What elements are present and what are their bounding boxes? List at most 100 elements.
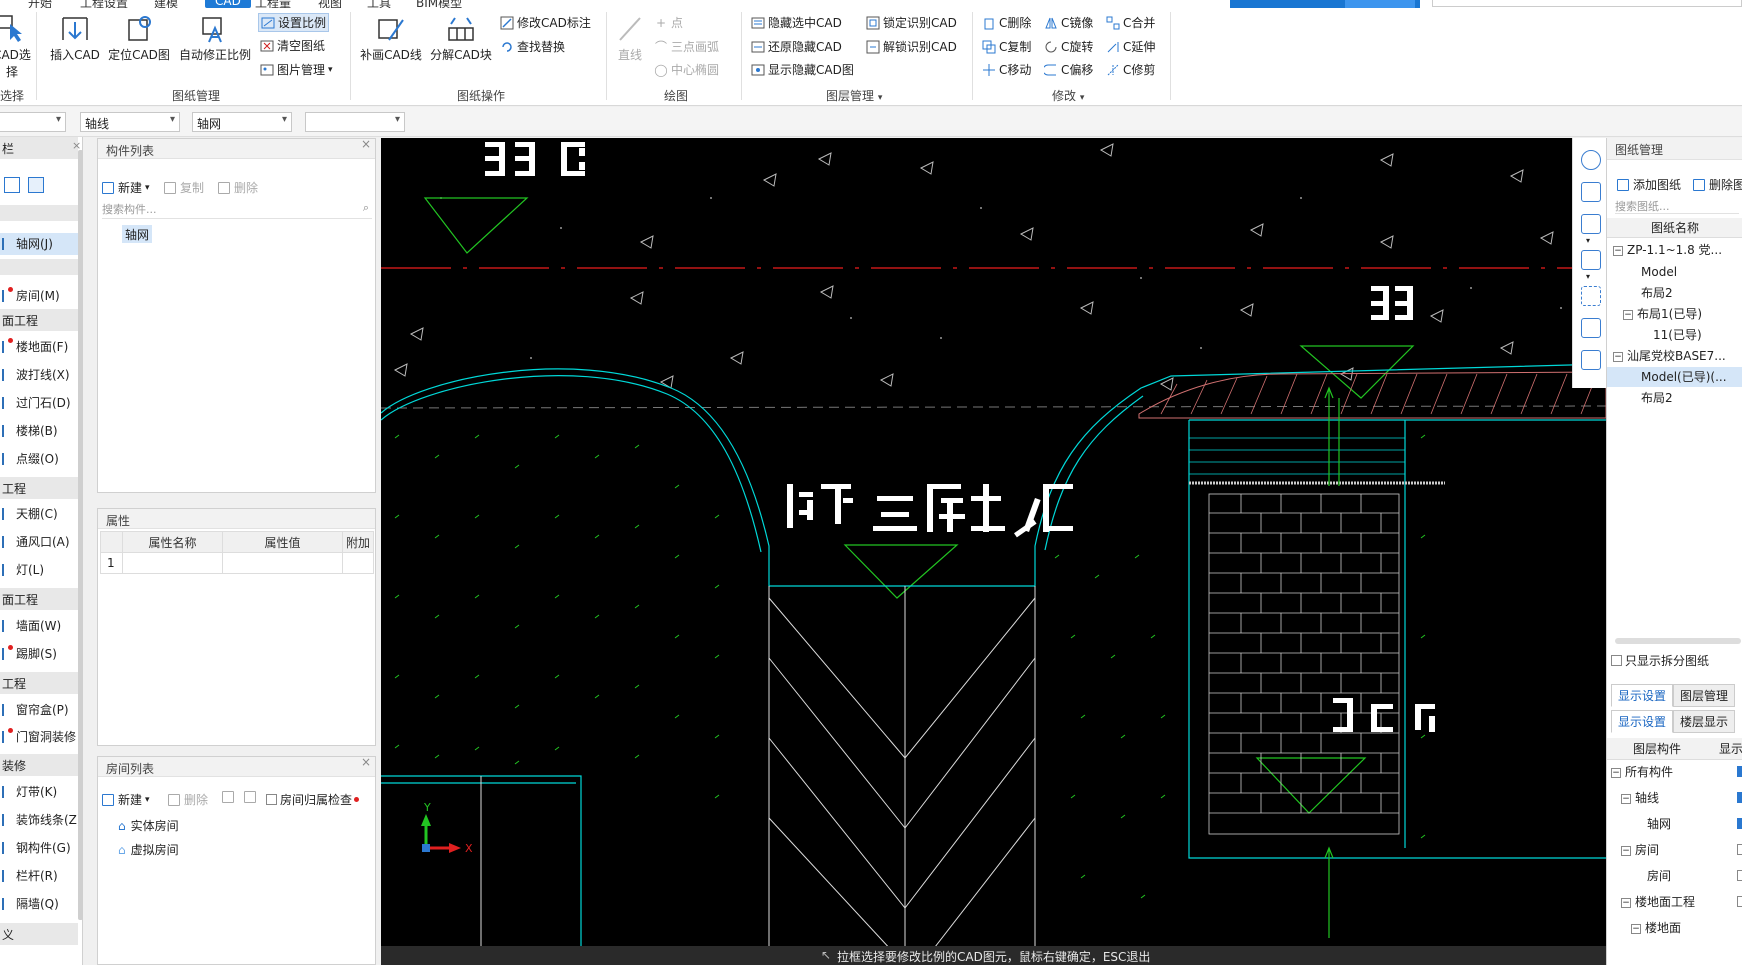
checkbox[interactable] <box>266 794 277 805</box>
nav-item-curtain-box[interactable]: 窗帘盒(P) <box>0 699 78 721</box>
nav-item-opening-finish[interactable]: 门窗洞装修 <box>0 726 78 748</box>
nav-item-skirting[interactable]: 踢脚(S) <box>0 643 78 665</box>
layer-node-axis-grid[interactable]: 轴网 <box>1647 814 1671 834</box>
nav-item-railing[interactable]: 栏杆(R) <box>0 865 78 887</box>
floor-select[interactable] <box>0 112 66 132</box>
detail-view-icon[interactable] <box>28 177 44 193</box>
fullscreen-icon[interactable] <box>1581 286 1601 306</box>
close-icon[interactable]: × <box>361 137 371 151</box>
list-view-icon[interactable] <box>4 177 20 193</box>
locate-cad-button[interactable]: 定位CAD图 <box>108 14 170 63</box>
collapse-icon[interactable]: − <box>1613 245 1623 256</box>
group-label-modify[interactable]: 修改 ▾ <box>1052 87 1084 104</box>
feature-search-input[interactable] <box>1432 0 1742 7</box>
nav-item-decor-line[interactable]: 装饰线条(Z) <box>0 809 82 831</box>
set-scale-button[interactable]: 设置比例 <box>258 13 330 32</box>
virtual-room-item[interactable]: ⌂ 虚拟房间 <box>118 841 179 858</box>
edit-cad-annotation-button[interactable]: 修改CAD标注 <box>500 14 591 31</box>
image-mgmt-button[interactable]: 图片管理 ▾ <box>260 61 333 78</box>
tree-node-layout2b[interactable]: 布局2 <box>1641 388 1673 408</box>
type-select[interactable]: 轴网 <box>192 112 292 132</box>
orbit-icon[interactable] <box>1581 150 1601 170</box>
auto-scale-button[interactable]: 自动修正比例 <box>176 14 254 63</box>
menu-modeling[interactable]: 建模 <box>154 0 178 8</box>
c-mirror-button[interactable]: C镜像 <box>1044 14 1093 31</box>
tab-display-settings[interactable]: 显示设置 <box>1611 684 1674 707</box>
nav-item-stairs[interactable]: 楼梯(B) <box>0 420 78 442</box>
chevron-down-icon[interactable]: ▾ <box>1586 272 1590 281</box>
tree-node-model-imported[interactable]: Model(已导)(... <box>1607 367 1742 387</box>
layer-node-all[interactable]: − 所有构件 <box>1611 762 1673 782</box>
line-button[interactable]: 直线 <box>610 14 650 63</box>
nav-item-wave-line[interactable]: 波打线(X) <box>0 364 78 386</box>
cube-icon[interactable] <box>1581 318 1601 338</box>
show-axis-line-checkbox[interactable] <box>1737 792 1742 803</box>
new-component-button[interactable]: 新建 ▾ <box>102 179 150 196</box>
nav-item-accent[interactable]: 点缀(O) <box>0 448 78 470</box>
three-point-arc-button[interactable]: ⌒ 三点画弧 <box>654 38 719 55</box>
nav-item-floor[interactable]: 楼地面(F) <box>0 336 78 358</box>
tree-node-model[interactable]: Model <box>1641 262 1677 282</box>
nav-item-steel[interactable]: 钢构件(G) <box>0 837 78 859</box>
insert-cad-button[interactable]: 插入CAD <box>48 14 102 63</box>
delete-room-button[interactable]: 删除 <box>168 791 208 808</box>
tree-node-layout1[interactable]: − 布局1(已导) <box>1623 304 1702 324</box>
3d-view-icon[interactable] <box>1581 182 1601 202</box>
menu-tools[interactable]: 工具 <box>367 0 391 8</box>
component-search-input[interactable]: 搜索构件... <box>102 201 372 219</box>
layer-node-floor-works[interactable]: − 楼地面工程 <box>1621 892 1695 912</box>
show-hidden-cad-button[interactable]: 显示隐藏CAD图 <box>751 61 854 78</box>
c-rotate-button[interactable]: C旋转 <box>1044 38 1093 55</box>
menu-view[interactable]: 视图 <box>318 0 342 8</box>
checkbox[interactable] <box>1611 655 1622 666</box>
layer-node-floor[interactable]: − 楼地面 <box>1631 918 1681 938</box>
component-select[interactable] <box>305 112 405 132</box>
component-item-axis-grid[interactable]: 轴网 <box>122 225 152 243</box>
c-move-button[interactable]: C移动 <box>982 61 1031 78</box>
hide-selected-cad-button[interactable]: 隐藏选中CAD <box>751 14 842 31</box>
nav-scrollbar[interactable] <box>78 150 83 920</box>
c-delete-button[interactable]: C删除 <box>982 14 1031 31</box>
horizontal-scrollbar[interactable] <box>1615 638 1741 644</box>
c-offset-button[interactable]: C偏移 <box>1044 61 1093 78</box>
group-label-layer-mgmt[interactable]: 图层管理 ▾ <box>826 87 882 104</box>
find-replace-button[interactable]: 查找替换 <box>500 38 565 55</box>
move-down-button[interactable] <box>244 791 260 803</box>
collapse-icon[interactable]: − <box>1611 767 1621 778</box>
delete-component-button[interactable]: 删除 <box>218 179 258 196</box>
collapse-icon[interactable]: − <box>1623 309 1633 320</box>
clear-drawing-button[interactable]: 清空图纸 <box>260 37 325 54</box>
c-merge-button[interactable]: C合并 <box>1106 14 1155 31</box>
nav-item-light[interactable]: 灯(L) <box>0 559 78 581</box>
point-button[interactable]: + 点 <box>654 14 683 31</box>
restore-hidden-cad-button[interactable]: 还原隐藏CAD <box>751 38 842 55</box>
collapse-icon[interactable]: − <box>1631 923 1641 934</box>
add-drawing-button[interactable]: 添加图纸 <box>1617 176 1681 193</box>
solid-room-item[interactable]: ⌂ 实体房间 <box>118 817 179 834</box>
tree-node-sheet-11[interactable]: 11(已导) <box>1653 325 1702 345</box>
property-name-cell[interactable] <box>122 552 223 574</box>
menu-cad[interactable]: CAD <box>205 0 251 8</box>
close-icon[interactable]: × <box>361 755 371 769</box>
show-floor-works-checkbox[interactable] <box>1737 896 1742 907</box>
unlock-recognized-cad-button[interactable]: 解锁识别CAD <box>866 38 957 55</box>
cad-select-button[interactable]: CAD选择 <box>0 14 32 80</box>
explode-cad-block-button[interactable]: 分解CAD块 <box>428 14 494 63</box>
move-up-button[interactable] <box>222 791 238 803</box>
add-cad-line-button[interactable]: 补画CAD线 <box>358 14 424 63</box>
layer-list-icon[interactable] <box>1581 350 1601 370</box>
show-room-child-checkbox[interactable] <box>1737 870 1742 881</box>
layer-node-axis-line[interactable]: − 轴线 <box>1621 788 1659 808</box>
property-value-cell[interactable] <box>222 552 343 574</box>
collapse-icon[interactable]: − <box>1613 351 1623 362</box>
delete-drawing-button[interactable]: 删除图 <box>1693 176 1742 193</box>
collapse-icon[interactable]: − <box>1621 793 1631 804</box>
nav-item-partition[interactable]: 隔墙(Q) <box>0 893 78 915</box>
nav-item-wall[interactable]: 墙面(W) <box>0 615 78 637</box>
collapse-icon[interactable]: − <box>1621 845 1631 856</box>
center-ellipse-button[interactable]: ◯ 中心椭圆 <box>654 61 719 78</box>
menu-quantity[interactable]: 工程量 <box>255 0 291 8</box>
nav-item-ceiling[interactable]: 天棚(C) <box>0 503 78 525</box>
layer-node-room-child[interactable]: 房间 <box>1647 866 1671 886</box>
menu-project-settings[interactable]: 工程设置 <box>80 0 128 8</box>
